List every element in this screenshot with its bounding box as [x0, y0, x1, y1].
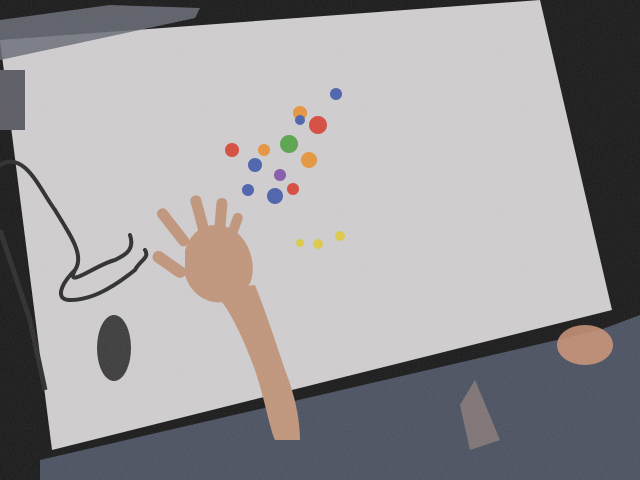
yellow-piece [335, 231, 345, 241]
orange-piece [258, 144, 270, 156]
photo-scene [0, 0, 640, 480]
bottom-right-object [557, 325, 613, 365]
blue-piece [248, 158, 262, 172]
purple-piece [274, 169, 286, 181]
blue-piece [330, 88, 342, 100]
blue-piece [267, 188, 283, 204]
red-piece [309, 116, 327, 134]
yellow-piece [313, 239, 323, 249]
red-piece [287, 183, 299, 195]
left-device [0, 70, 25, 130]
green-piece [280, 135, 298, 153]
yellow-piece [296, 239, 304, 247]
blue-piece [295, 115, 305, 125]
blue-piece [242, 184, 254, 196]
computer-mouse [97, 315, 131, 381]
red-piece [225, 143, 239, 157]
orange-piece [301, 152, 317, 168]
